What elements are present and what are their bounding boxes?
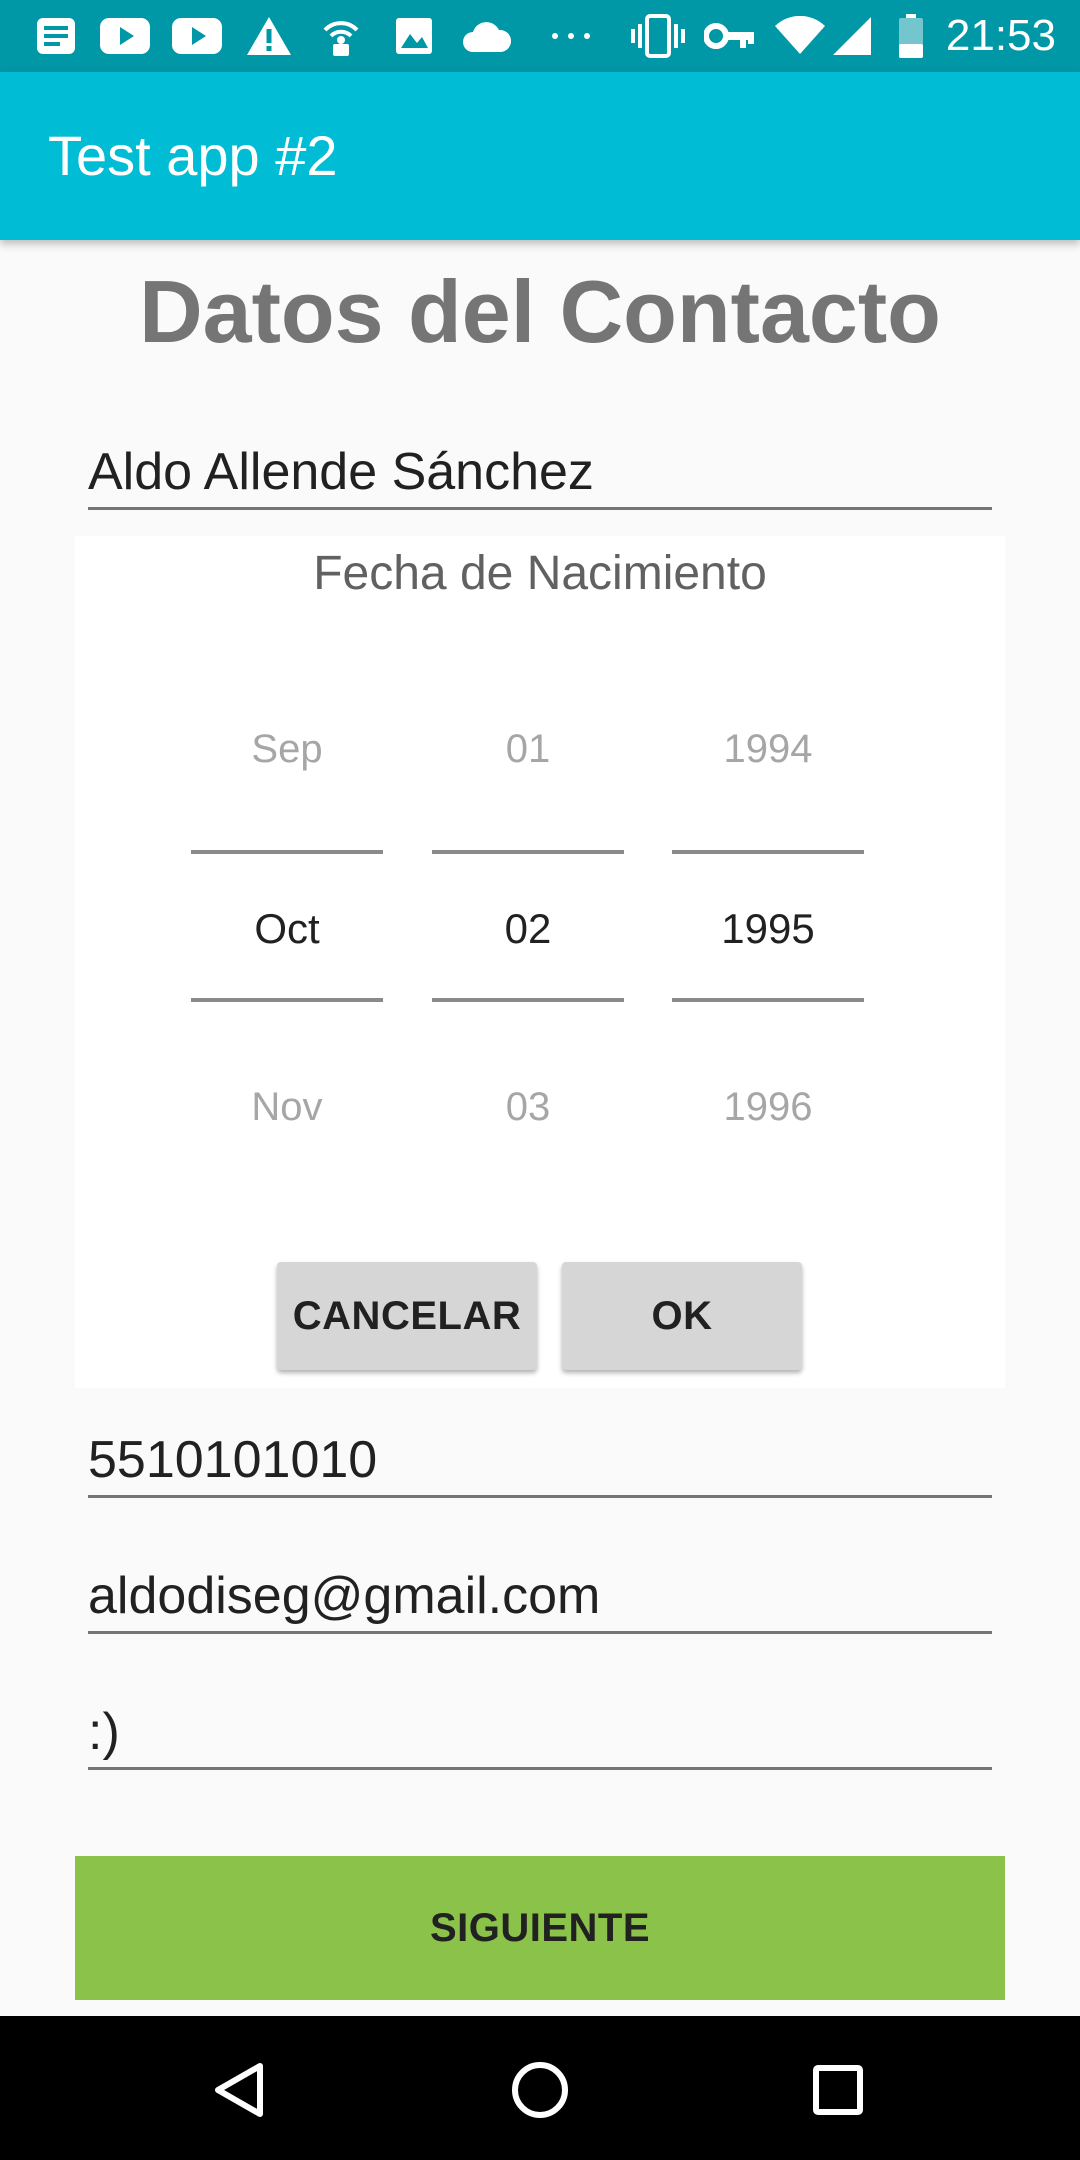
vpn-key-icon (704, 14, 756, 58)
date-picker-dialog: Fecha de Nacimiento Sep Oct Nov 01 02 03… (75, 536, 1005, 1388)
recents-icon[interactable] (812, 2064, 864, 2116)
vibrate-icon (630, 14, 686, 58)
year-next[interactable]: 1996 (672, 1082, 864, 1132)
youtube-icon (170, 14, 224, 58)
day-prev[interactable]: 01 (432, 724, 624, 774)
day-current[interactable]: 02 (432, 904, 624, 954)
year-divider-bottom (672, 998, 864, 1002)
image-icon (392, 14, 436, 58)
year-current[interactable]: 1995 (672, 904, 864, 954)
status-time: 21:53 (945, 11, 1056, 60)
month-prev[interactable]: Sep (191, 724, 383, 774)
status-bar: 21:53 (0, 0, 1080, 72)
year-prev[interactable]: 1994 (672, 724, 864, 774)
month-divider-top (191, 850, 383, 854)
page-title: Datos del Contacto (139, 262, 941, 361)
more-icon (548, 14, 594, 58)
month-divider-bottom (191, 998, 383, 1002)
news-icon (34, 14, 78, 58)
wifi-tethering-icon (318, 14, 364, 58)
youtube-icon (98, 14, 152, 58)
wifi-icon (774, 14, 826, 58)
signal-icon (830, 14, 874, 58)
day-spinner[interactable]: 01 02 03 (432, 536, 624, 1176)
year-spinner[interactable]: 1994 1995 1996 (672, 536, 864, 1176)
year-divider-top (672, 850, 864, 854)
cancel-button[interactable]: CANCELAR (277, 1262, 537, 1370)
back-icon[interactable] (210, 2060, 270, 2120)
ok-button[interactable]: OK (562, 1262, 802, 1370)
phone-field[interactable]: 5510101010 (88, 1428, 992, 1498)
app-bar: Test app #2 (0, 72, 1080, 240)
day-divider-top (432, 850, 624, 854)
cloud-icon (460, 14, 512, 58)
day-next[interactable]: 03 (432, 1082, 624, 1132)
warning-icon (244, 14, 294, 58)
month-spinner[interactable]: Sep Oct Nov (191, 536, 383, 1176)
month-current[interactable]: Oct (191, 904, 383, 954)
name-field[interactable]: Aldo Allende Sánchez (88, 440, 992, 510)
next-button[interactable]: SIGUIENTE (75, 1856, 1005, 2000)
description-field[interactable]: :) (88, 1700, 992, 1770)
home-icon[interactable] (510, 2060, 570, 2120)
day-divider-bottom (432, 998, 624, 1002)
navigation-bar (0, 2016, 1080, 2160)
email-field[interactable]: aldodiseg@gmail.com (88, 1564, 992, 1634)
month-next[interactable]: Nov (191, 1082, 383, 1132)
app-title: Test app #2 (48, 124, 338, 187)
battery-icon (896, 14, 926, 58)
